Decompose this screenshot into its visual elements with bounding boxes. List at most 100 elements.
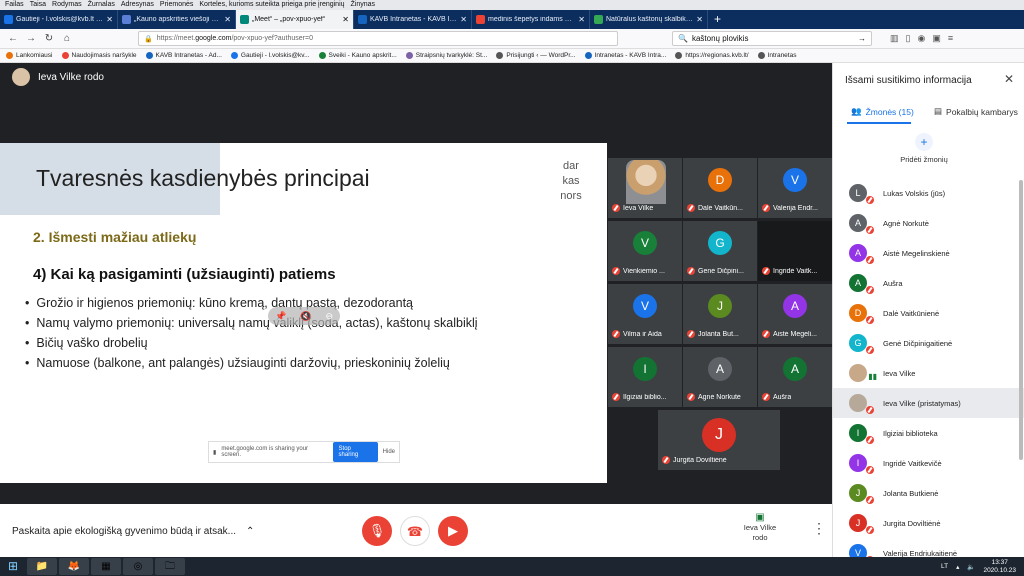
participant-list-item[interactable]: D Dalė Vaitkūnienė — [833, 298, 1024, 328]
panel-scrollbar[interactable] — [1019, 180, 1023, 460]
browser-tab[interactable]: Gautieji - l.volskis@kvb.lt - Kau ✕ — [0, 10, 118, 29]
participant-tile[interactable]: A Agnė Norkutė — [683, 347, 757, 407]
participant-tile[interactable]: Ieva Vilke — [608, 158, 682, 218]
go-arrow-icon[interactable]: → — [858, 34, 866, 43]
participant-tile[interactable]: V Valerija Endr... — [758, 158, 832, 218]
bookmark-label: Prisijungti ‹ — WordPr... — [506, 52, 576, 59]
bookmark-item[interactable]: Intranetas - KAVB Intra... — [584, 52, 666, 59]
add-people-button[interactable]: + Pridėti žmonių — [897, 133, 951, 164]
bookmark-item[interactable]: KAVB Intranetas - Ad... — [145, 52, 222, 59]
microphone-off-button[interactable]: 🎙 — [362, 516, 392, 546]
browser-tab[interactable]: „Kauno apskrities viešoji biblio ✕ — [118, 10, 236, 29]
participant-list-item[interactable]: Ieva Vilke (pristatymas) — [833, 388, 1024, 418]
forward-button[interactable]: → — [24, 32, 38, 46]
mute-icon[interactable]: 🔇 — [300, 311, 311, 322]
bookmark-item[interactable]: Prisijungti ‹ — WordPr... — [496, 52, 576, 59]
bookmark-item[interactable]: Straipsnių tvarkyklė: St... — [405, 52, 487, 59]
bookmark-favicon-icon — [584, 52, 592, 59]
browser-tab[interactable]: „Meet“ – „pov-xpuo-yef“ ✕ — [236, 10, 354, 29]
clock[interactable]: 13:37 2020.10.23 — [983, 559, 1016, 575]
bookmark-item[interactable]: Naudojimasis naršykle — [61, 52, 137, 59]
pin-icon[interactable]: 📌 — [275, 311, 286, 322]
bookmark-item[interactable]: Gautieji - l.volskis@kv... — [230, 52, 310, 59]
bookmark-item[interactable]: Sveiki - Kauno apskrit... — [318, 52, 397, 59]
browser-tab[interactable]: Natūralus kaštonų skalbiklis (ki ✕ — [590, 10, 708, 29]
close-icon[interactable]: ✕ — [1004, 72, 1014, 86]
hamburger-menu-icon[interactable]: ≡ — [948, 33, 953, 44]
reload-button[interactable]: ↻ — [42, 32, 56, 46]
participant-list-item[interactable]: A Aušra — [833, 268, 1024, 298]
participant-avatar: L — [849, 184, 874, 204]
participant-tile[interactable]: V Vienkiemio ... — [608, 221, 682, 281]
participant-list-item[interactable]: J Jolanta Butkienė — [833, 478, 1024, 508]
participant-tile[interactable]: A Aistė Megeli... — [758, 284, 832, 344]
network-icon[interactable]: ▴ — [956, 563, 959, 571]
bookmark-item[interactable]: Intranetas — [757, 52, 796, 59]
menu-item[interactable]: Korteles, kurioms suteikta prieiga prie … — [199, 0, 344, 10]
participant-tile[interactable]: I Ilgiziai biblio... — [608, 347, 682, 407]
url-bar[interactable]: 🔒 https://meet.google.com/pov-xpuo-yef?a… — [138, 31, 618, 46]
menu-item[interactable]: Taisa — [30, 0, 46, 10]
bookmark-item[interactable]: https://regionas.kvb.lt/ — [675, 52, 749, 59]
file-explorer-icon[interactable]: 📁 — [27, 558, 57, 575]
hide-button[interactable]: Hide — [383, 449, 395, 455]
participant-tile[interactable]: J Jolanta But... — [683, 284, 757, 344]
remove-icon[interactable]: ⊖ — [325, 311, 333, 322]
menu-item[interactable]: Failas — [5, 0, 24, 10]
stop-sharing-button[interactable]: Stop sharing — [332, 442, 378, 462]
browser-tab[interactable]: KAVB Intranetas - KAVB Intrane✕ — [354, 10, 472, 29]
volume-icon[interactable]: 🔈 — [967, 563, 975, 571]
language-indicator[interactable]: LT — [941, 563, 948, 570]
app-icon[interactable]: ▦ — [91, 558, 121, 575]
participant-list-item[interactable]: I Ingridė Vaitkevičė — [833, 448, 1024, 478]
back-button[interactable]: ← — [6, 32, 20, 46]
menu-item[interactable]: Adresynas — [121, 0, 154, 10]
firefox-icon[interactable]: 🦊 — [59, 558, 89, 575]
bookmark-item[interactable]: Lankomiausi — [6, 52, 53, 59]
account-icon[interactable]: ◉ — [917, 33, 925, 44]
new-tab-button[interactable]: + — [708, 10, 727, 29]
meeting-details[interactable]: Paskaita apie ekologišką gyvenimo būdą i… — [12, 526, 254, 537]
end-call-button[interactable]: ☎ — [400, 516, 430, 546]
participant-tile[interactable]: J Jurgita Doviltiėnė — [658, 410, 780, 470]
close-tab-icon[interactable]: ✕ — [578, 15, 585, 24]
menu-item[interactable]: Priemonės — [160, 0, 193, 10]
participant-list-item[interactable]: J Jurgita Doviltiėnė — [833, 508, 1024, 538]
camera-off-button[interactable]: ▶ — [438, 516, 468, 546]
browser-tab[interactable]: medinis šepetys indams – „Goo✕ — [472, 10, 590, 29]
search-input[interactable]: 🔍 kaštonų plovikis → — [672, 31, 872, 46]
close-tab-icon[interactable]: ✕ — [342, 15, 349, 24]
participant-tile[interactable]: Ingridė Vaitk... — [758, 221, 832, 281]
library-icon[interactable]: ▥ — [890, 33, 899, 44]
bookmark-favicon-icon — [145, 52, 153, 59]
participant-list-item[interactable]: L Lukas Volskis (jūs) — [833, 178, 1024, 208]
participant-name: Jurgita Doviltiėnė — [883, 518, 941, 528]
participant-tile[interactable]: D Dalė Vaitkūn... — [683, 158, 757, 218]
start-button[interactable]: ⊞ — [0, 557, 26, 576]
chevron-up-icon[interactable]: ⌃ — [246, 526, 254, 537]
participant-list-item[interactable]: ▮▮ Ieva Vilke — [833, 358, 1024, 388]
participant-tile[interactable]: V Vilma ir Aida — [608, 284, 682, 344]
tab-people[interactable]: 👥 Žmonės (15) — [851, 106, 914, 117]
close-tab-icon[interactable]: ✕ — [696, 15, 703, 24]
presenting-indicator[interactable]: ▣ Ieva Vilke rodo — [742, 513, 778, 543]
participant-tile[interactable]: A Aušra — [758, 347, 832, 407]
close-tab-icon[interactable]: ✕ — [460, 15, 467, 24]
tab-chat[interactable]: ▤ Pokalbių kambarys — [934, 106, 1018, 117]
menu-item[interactable]: Žurnalas — [88, 0, 115, 10]
sidebar-icon[interactable]: ▯ — [906, 33, 911, 44]
chrome-icon[interactable]: ◎ — [123, 558, 153, 575]
menu-item[interactable]: Rodymas — [52, 0, 82, 10]
home-button[interactable]: ⌂ — [60, 32, 74, 46]
participant-list-item[interactable]: A Aistė Megelinskienė — [833, 238, 1024, 268]
extensions-icon[interactable]: ▣ — [932, 33, 941, 44]
participant-list-item[interactable]: I Ilgiziai biblioteka — [833, 418, 1024, 448]
participant-list-item[interactable]: A Agnė Norkutė — [833, 208, 1024, 238]
more-options-button[interactable]: ⋮ — [812, 520, 826, 537]
participant-list-item[interactable]: G Genė Dičpinigaitienė — [833, 328, 1024, 358]
menu-item[interactable]: Žinynas — [351, 0, 376, 10]
close-tab-icon[interactable]: ✕ — [106, 15, 113, 24]
participant-tile[interactable]: G Genė Dičpini... — [683, 221, 757, 281]
close-tab-icon[interactable]: ✕ — [224, 15, 231, 24]
folder-icon[interactable]: 🗀 — [155, 558, 185, 575]
